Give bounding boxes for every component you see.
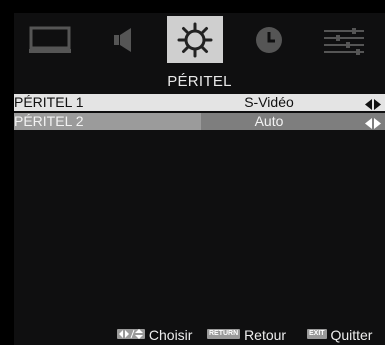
speaker-icon (114, 27, 131, 52)
sliders-icon (324, 27, 364, 55)
navigate-arrows-icon (117, 329, 145, 340)
tab-options[interactable] (316, 16, 372, 63)
tab-picture[interactable] (22, 16, 78, 63)
exit-key-badge: EXIT (307, 329, 327, 340)
row-value: S-Vidéo (244, 94, 294, 110)
osd-menu: PÉRITEL PÉRITEL 1 S-Vidéo PÉRITEL 2 Auto (14, 13, 385, 345)
left-right-arrows-icon[interactable] (365, 97, 381, 114)
footer-help: Choisir RETURN Retour EXIT Quitter (14, 325, 385, 345)
row-label: PÉRITEL 1 (14, 94, 84, 110)
left-right-arrows-icon[interactable] (365, 116, 381, 133)
menu-title: PÉRITEL (167, 73, 232, 90)
gear-icon (177, 22, 213, 57)
display-icon (29, 26, 71, 53)
clock-icon (256, 26, 282, 53)
return-key-badge: RETURN (207, 329, 241, 340)
exit-label: Quitter (330, 327, 373, 343)
tab-setup[interactable] (167, 16, 223, 63)
menu-row-peritel-1[interactable]: PÉRITEL 1 S-Vidéo (14, 94, 385, 111)
tab-sound[interactable] (96, 16, 152, 63)
choose-label: Choisir (148, 327, 193, 343)
row-label: PÉRITEL 2 (14, 113, 84, 129)
menu-tabs (14, 13, 385, 68)
return-label: Retour (244, 327, 287, 343)
menu-row-peritel-2[interactable]: PÉRITEL 2 Auto (14, 113, 385, 130)
row-value: Auto (254, 113, 284, 129)
tab-timer[interactable] (241, 16, 297, 63)
